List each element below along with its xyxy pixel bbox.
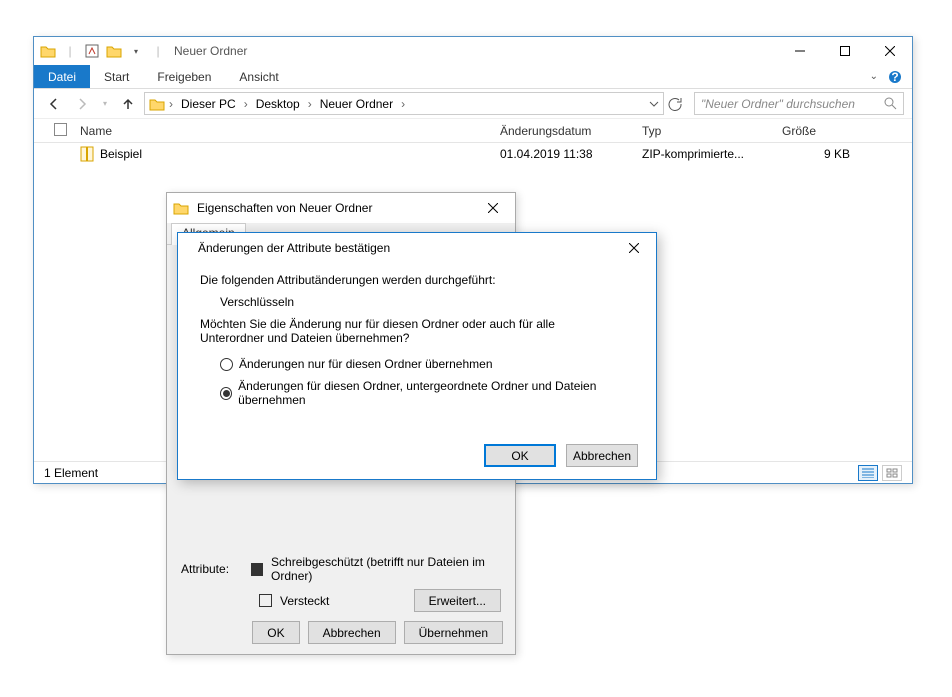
breadcrumb-item[interactable]: Neuer Ordner [316,97,397,111]
file-type: ZIP-komprimierte... [636,147,776,161]
radio-icon[interactable] [220,387,232,400]
tab-freigeben[interactable]: Freigeben [143,65,225,88]
column-headers: Name Änderungsdatum Typ Größe [34,119,912,143]
props-ok-button[interactable]: OK [252,621,299,644]
tab-ansicht[interactable]: Ansicht [225,65,292,88]
confirm-title: Änderungen der Attribute bestätigen [192,241,390,255]
maximize-button[interactable] [822,37,867,65]
breadcrumb-dropdown-icon[interactable] [649,99,659,109]
tab-start[interactable]: Start [90,65,143,88]
props-close-button[interactable] [470,194,515,222]
tab-datei[interactable]: Datei [34,65,90,88]
file-name-cell[interactable]: Beispiel [74,146,494,162]
advanced-button[interactable]: Erweitert... [414,589,501,612]
back-button[interactable] [42,92,66,116]
close-button[interactable] [867,37,912,65]
refresh-button[interactable] [668,97,690,111]
status-text: 1 Element [44,466,98,480]
search-placeholder: "Neuer Ordner" durchsuchen [701,97,878,111]
svg-text:?: ? [891,70,898,84]
props-footer: OK Abbrechen Übernehmen [252,621,503,644]
up-button[interactable] [116,92,140,116]
radio-option-2[interactable]: Änderungen für diesen Ordner, untergeord… [200,375,634,411]
qat-dropdown-icon[interactable]: ▾ [128,43,144,59]
confirm-body: Die folgenden Attributänderungen werden … [178,263,656,421]
file-size: 9 KB [776,147,856,161]
address-row: ▾ › Dieser PC › Desktop › Neuer Ordner ›… [34,89,912,119]
recent-dropdown[interactable]: ▾ [98,92,112,116]
view-large-button[interactable] [882,465,902,481]
props-title: Eigenschaften von Neuer Ordner [197,201,372,215]
ribbon-tabs: Datei Start Freigeben Ansicht ⌄ ? [34,65,912,89]
chevron-right-icon[interactable]: › [167,97,175,111]
chevron-right-icon[interactable]: › [242,97,250,111]
ribbon-right: ⌄ ? [870,65,912,88]
folder-icon [40,43,56,59]
breadcrumb-item[interactable]: Dieser PC [177,97,240,111]
radio-icon[interactable] [220,358,233,371]
hidden-checkbox[interactable] [259,594,272,607]
chevron-right-icon[interactable]: › [399,97,407,111]
window-controls [777,37,912,65]
breadcrumb-item[interactable]: Desktop [252,97,304,111]
confirm-footer: OK Abbrechen [484,444,638,467]
qat-sep: | [62,43,78,59]
window-title: Neuer Ordner [174,44,247,58]
select-all-checkbox[interactable] [48,123,74,139]
column-name[interactable]: Name [74,124,494,138]
column-type[interactable]: Typ [636,124,776,138]
breadcrumb[interactable]: › Dieser PC › Desktop › Neuer Ordner › [144,92,664,115]
folder-icon [173,201,189,215]
qat-sep-2: | [150,43,166,59]
readonly-label: Schreibgeschützt (betrifft nur Dateien i… [271,555,501,583]
confirm-line2: Möchten Sie die Änderung nur für diesen … [200,317,634,345]
confirm-titlebar: Änderungen der Attribute bestätigen [178,233,656,263]
chevron-right-icon[interactable]: › [306,97,314,111]
radio-option-1[interactable]: Änderungen nur für diesen Ordner überneh… [200,353,634,375]
readonly-checkbox[interactable] [251,563,263,576]
search-box[interactable]: "Neuer Ordner" durchsuchen [694,92,904,115]
zip-file-icon [80,146,94,162]
props-titlebar: Eigenschaften von Neuer Ordner [167,193,515,223]
attributes-section: Attribute: Schreibgeschützt (betrifft nu… [167,545,515,612]
confirm-ok-button[interactable]: OK [484,444,556,467]
explorer-titlebar: | ▾ | Neuer Ordner [34,37,912,65]
file-row[interactable]: Beispiel 01.04.2019 11:38 ZIP-komprimier… [34,143,912,165]
props-apply-button[interactable]: Übernehmen [404,621,503,644]
quick-access-toolbar: | ▾ | [40,43,166,59]
folder-icon-2[interactable] [106,43,122,59]
folder-icon [149,97,165,111]
properties-icon[interactable] [84,43,100,59]
view-details-button[interactable] [858,465,878,481]
forward-button[interactable] [70,92,94,116]
radio-label-1: Änderungen nur für diesen Ordner überneh… [239,357,493,371]
file-date: 01.04.2019 11:38 [494,147,636,161]
column-date[interactable]: Änderungsdatum [494,124,636,138]
column-size[interactable]: Größe [776,124,856,138]
hidden-label: Versteckt [280,594,329,608]
help-icon[interactable]: ? [888,70,902,84]
confirm-change: Verschlüsseln [200,287,634,317]
confirm-close-button[interactable] [611,234,656,262]
confirm-cancel-button[interactable]: Abbrechen [566,444,638,467]
confirm-dialog: Änderungen der Attribute bestätigen Die … [177,232,657,480]
props-cancel-button[interactable]: Abbrechen [308,621,396,644]
confirm-line1: Die folgenden Attributänderungen werden … [200,273,634,287]
file-name: Beispiel [100,147,142,161]
search-icon[interactable] [884,97,897,110]
attributes-label: Attribute: [181,562,243,576]
ribbon-expand-icon[interactable]: ⌄ [870,71,878,82]
radio-label-2: Änderungen für diesen Ordner, untergeord… [238,379,634,407]
minimize-button[interactable] [777,37,822,65]
